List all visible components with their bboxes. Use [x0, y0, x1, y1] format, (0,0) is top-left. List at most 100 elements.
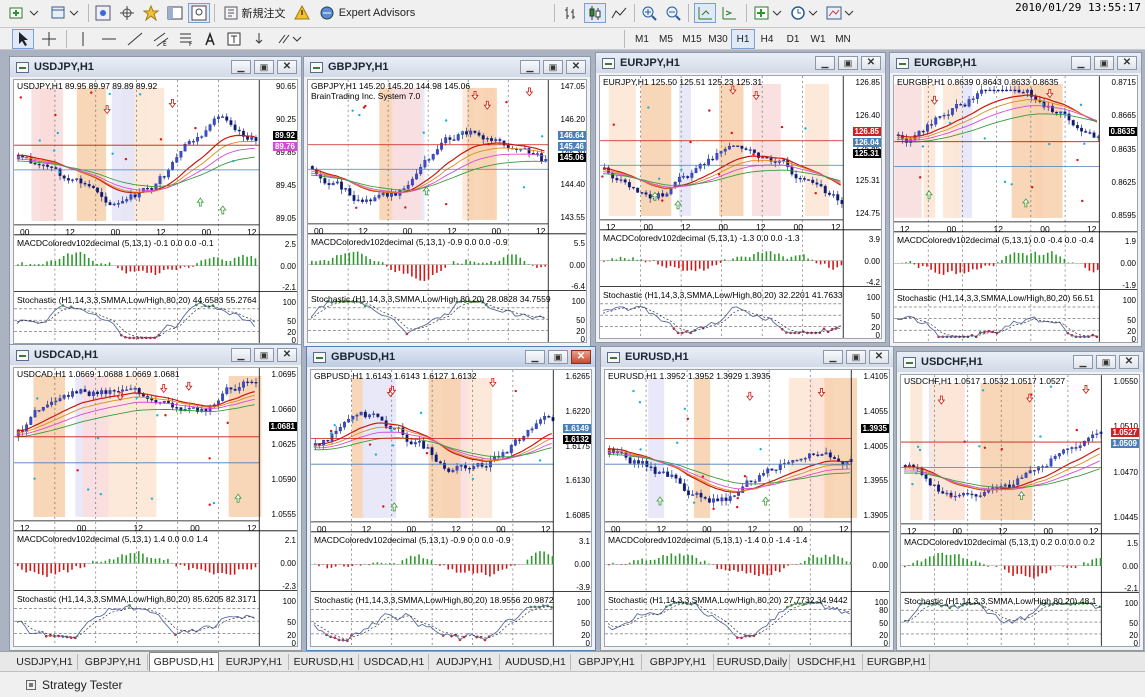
chart-tab[interactable]: GBPUSD,H1	[149, 652, 219, 671]
chart-tab[interactable]: EURJPY,H1	[220, 654, 289, 670]
chart-canvas[interactable]: USDCAD,H1 1.0669 1.0688 1.0669 1.06811.0…	[13, 367, 298, 647]
chart-tab[interactable]: EURUSD,H1	[290, 654, 359, 670]
chart-tab[interactable]: USDCAD,H1	[360, 654, 429, 670]
chart-window-usdcad[interactable]: USDCAD,H1▁▣✕USDCAD,H1 1.0669 1.0688 1.06…	[9, 344, 302, 651]
chart-tab[interactable]: EURGBP,H1	[864, 654, 930, 670]
chart-window-gbpusd[interactable]: GBPUSD,H1▁▣✕GBPUSD,H1 1.6143 1.6143 1.61…	[306, 346, 596, 651]
timeframe-w1-button[interactable]: W1	[806, 29, 830, 49]
navigator-button[interactable]	[140, 3, 162, 23]
chart-tab[interactable]: USDJPY,H1	[12, 654, 78, 670]
candlestick-button[interactable]	[584, 3, 606, 23]
terminal-button[interactable]	[164, 3, 186, 23]
timeframe-h4-button[interactable]: H4	[755, 29, 779, 49]
maximize-button[interactable]: ▣	[1094, 56, 1114, 70]
chart-tab[interactable]: USDCHF,H1	[791, 654, 863, 670]
indicators-button[interactable]	[752, 3, 786, 23]
chart-window-titlebar[interactable]: EURUSD,H1▁▣✕	[601, 347, 893, 367]
line-chart-button[interactable]	[608, 3, 630, 23]
close-button[interactable]: ✕	[277, 348, 297, 362]
templates-button[interactable]	[824, 3, 858, 23]
horizontal-line-button[interactable]	[98, 29, 120, 49]
profiles-button[interactable]	[48, 3, 84, 23]
minimize-button[interactable]: ▁	[1073, 355, 1093, 369]
timeframe-m5-button[interactable]: M5	[654, 29, 678, 49]
chart-window-eurusd[interactable]: EURUSD,H1▁▣✕EURUSD,H1 1.3952 1.3952 1.39…	[600, 346, 894, 651]
close-button[interactable]: ✕	[571, 350, 591, 364]
chart-tab[interactable]: EURUSD,Daily	[715, 654, 790, 670]
minimize-button[interactable]: ▁	[520, 60, 540, 74]
close-button[interactable]: ✕	[861, 56, 881, 70]
more-tools-button[interactable]	[274, 29, 304, 49]
vertical-line-button[interactable]	[72, 29, 94, 49]
chart-window-titlebar[interactable]: USDJPY,H1▁▣✕	[10, 57, 301, 77]
timeframe-m15-button[interactable]: M15	[680, 29, 704, 49]
maximize-button[interactable]: ▣	[548, 350, 568, 364]
close-button[interactable]: ✕	[869, 350, 889, 364]
market-watch-button[interactable]	[92, 3, 114, 23]
chart-canvas[interactable]: EURJPY,H1 125.50 125.51 125.23 125.31126…	[599, 75, 882, 339]
minimize-button[interactable]: ▁	[1071, 56, 1091, 70]
chart-window-usdchf[interactable]: USDCHF,H1▁▣✕USDCHF,H1 1.0517 1.0532 1.05…	[896, 351, 1144, 651]
timeframe-mn-button[interactable]: MN	[831, 29, 855, 49]
equidistant-channel-button[interactable]: E	[150, 29, 172, 49]
chart-window-titlebar[interactable]: GBPJPY,H1▁▣✕	[304, 57, 590, 77]
minimize-button[interactable]: ▁	[815, 56, 835, 70]
maximize-button[interactable]: ▣	[543, 60, 563, 74]
crosshair-button[interactable]	[38, 29, 60, 49]
maximize-button[interactable]: ▣	[1096, 355, 1116, 369]
chart-window-titlebar[interactable]: USDCAD,H1▁▣✕	[10, 345, 301, 365]
text-label-button[interactable]	[224, 29, 244, 49]
chart-canvas[interactable]: USDJPY,H1 89.95 89.97 89.89 89.9290.6590…	[13, 79, 298, 344]
bar-chart-button[interactable]	[560, 3, 582, 23]
zoom-out-button[interactable]	[662, 3, 684, 23]
chart-shift-button[interactable]	[718, 3, 740, 23]
chart-window-titlebar[interactable]: EURJPY,H1▁▣✕	[596, 53, 885, 73]
arrows-button[interactable]	[248, 29, 270, 49]
expert-advisors-button[interactable]: Expert Advisors	[314, 3, 420, 23]
new-chart-button[interactable]	[6, 3, 46, 23]
chart-canvas[interactable]: EURGBP,H1 0.8639 0.8643 0.8633 0.86350.8…	[893, 75, 1138, 343]
minimize-button[interactable]: ▁	[525, 350, 545, 364]
fibonacci-button[interactable]: F	[176, 29, 198, 49]
strategy-tester-bar[interactable]: Strategy Tester	[0, 671, 1145, 697]
maximize-button[interactable]: ▣	[254, 60, 274, 74]
tester-button[interactable]	[188, 3, 210, 23]
chart-tab[interactable]: GBPJPY,H1	[572, 654, 642, 670]
minimize-button[interactable]: ▁	[823, 350, 843, 364]
chart-canvas[interactable]: USDCHF,H1 1.0517 1.0532 1.0517 1.05271.0…	[900, 374, 1140, 647]
close-button[interactable]: ✕	[1119, 355, 1139, 369]
close-button[interactable]: ✕	[566, 60, 586, 74]
chart-tab[interactable]: AUDUSD,H1	[501, 654, 571, 670]
chart-canvas[interactable]: GBPJPY,H1 145.20 145.20 144.98 145.06Bra…	[307, 79, 587, 343]
chart-window-usdjpy[interactable]: USDJPY,H1▁▣✕USDJPY,H1 89.95 89.97 89.89 …	[9, 56, 302, 348]
chart-tab[interactable]: GBPJPY,H1	[643, 654, 714, 670]
close-button[interactable]: ✕	[1117, 56, 1137, 70]
chart-window-titlebar[interactable]: USDCHF,H1▁▣✕	[897, 352, 1143, 372]
maximize-button[interactable]: ▣	[254, 348, 274, 362]
minimize-button[interactable]: ▁	[231, 348, 251, 362]
metaeditor-button[interactable]	[292, 3, 312, 23]
text-tool-button[interactable]	[200, 29, 220, 49]
timeframe-m30-button[interactable]: M30	[706, 29, 730, 49]
chart-window-titlebar[interactable]: GBPUSD,H1▁▣✕	[307, 347, 595, 367]
minimize-button[interactable]: ▁	[231, 60, 251, 74]
chart-canvas[interactable]: GBPUSD,H1 1.6143 1.6143 1.6127 1.61321.6…	[310, 369, 592, 647]
close-button[interactable]: ✕	[277, 60, 297, 74]
new-order-button[interactable]: 新規注文	[218, 3, 290, 23]
timeframe-m1-button[interactable]: M1	[630, 29, 654, 49]
timeframe-d1-button[interactable]: D1	[781, 29, 805, 49]
maximize-button[interactable]: ▣	[838, 56, 858, 70]
chart-tab[interactable]: GBPJPY,H1	[79, 654, 148, 670]
chart-window-eurjpy[interactable]: EURJPY,H1▁▣✕EURJPY,H1 125.50 125.51 125.…	[595, 52, 886, 343]
chart-window-titlebar[interactable]: EURGBP,H1▁▣✕	[890, 53, 1141, 73]
chart-window-gbpjpy[interactable]: GBPJPY,H1▁▣✕GBPJPY,H1 145.20 145.20 144.…	[303, 56, 591, 347]
auto-scroll-button[interactable]	[694, 3, 716, 23]
periods-button[interactable]	[788, 3, 822, 23]
zoom-in-button[interactable]	[638, 3, 660, 23]
maximize-button[interactable]: ▣	[846, 350, 866, 364]
chart-canvas[interactable]: EURUSD,H1 1.3952 1.3952 1.3929 1.39351.4…	[604, 369, 890, 647]
cursor-button[interactable]	[12, 29, 34, 49]
trendline-button[interactable]	[124, 29, 146, 49]
chart-window-eurgbp[interactable]: EURGBP,H1▁▣✕EURGBP,H1 0.8639 0.8643 0.86…	[889, 52, 1142, 347]
chart-tab[interactable]: AUDJPY,H1	[430, 654, 500, 670]
